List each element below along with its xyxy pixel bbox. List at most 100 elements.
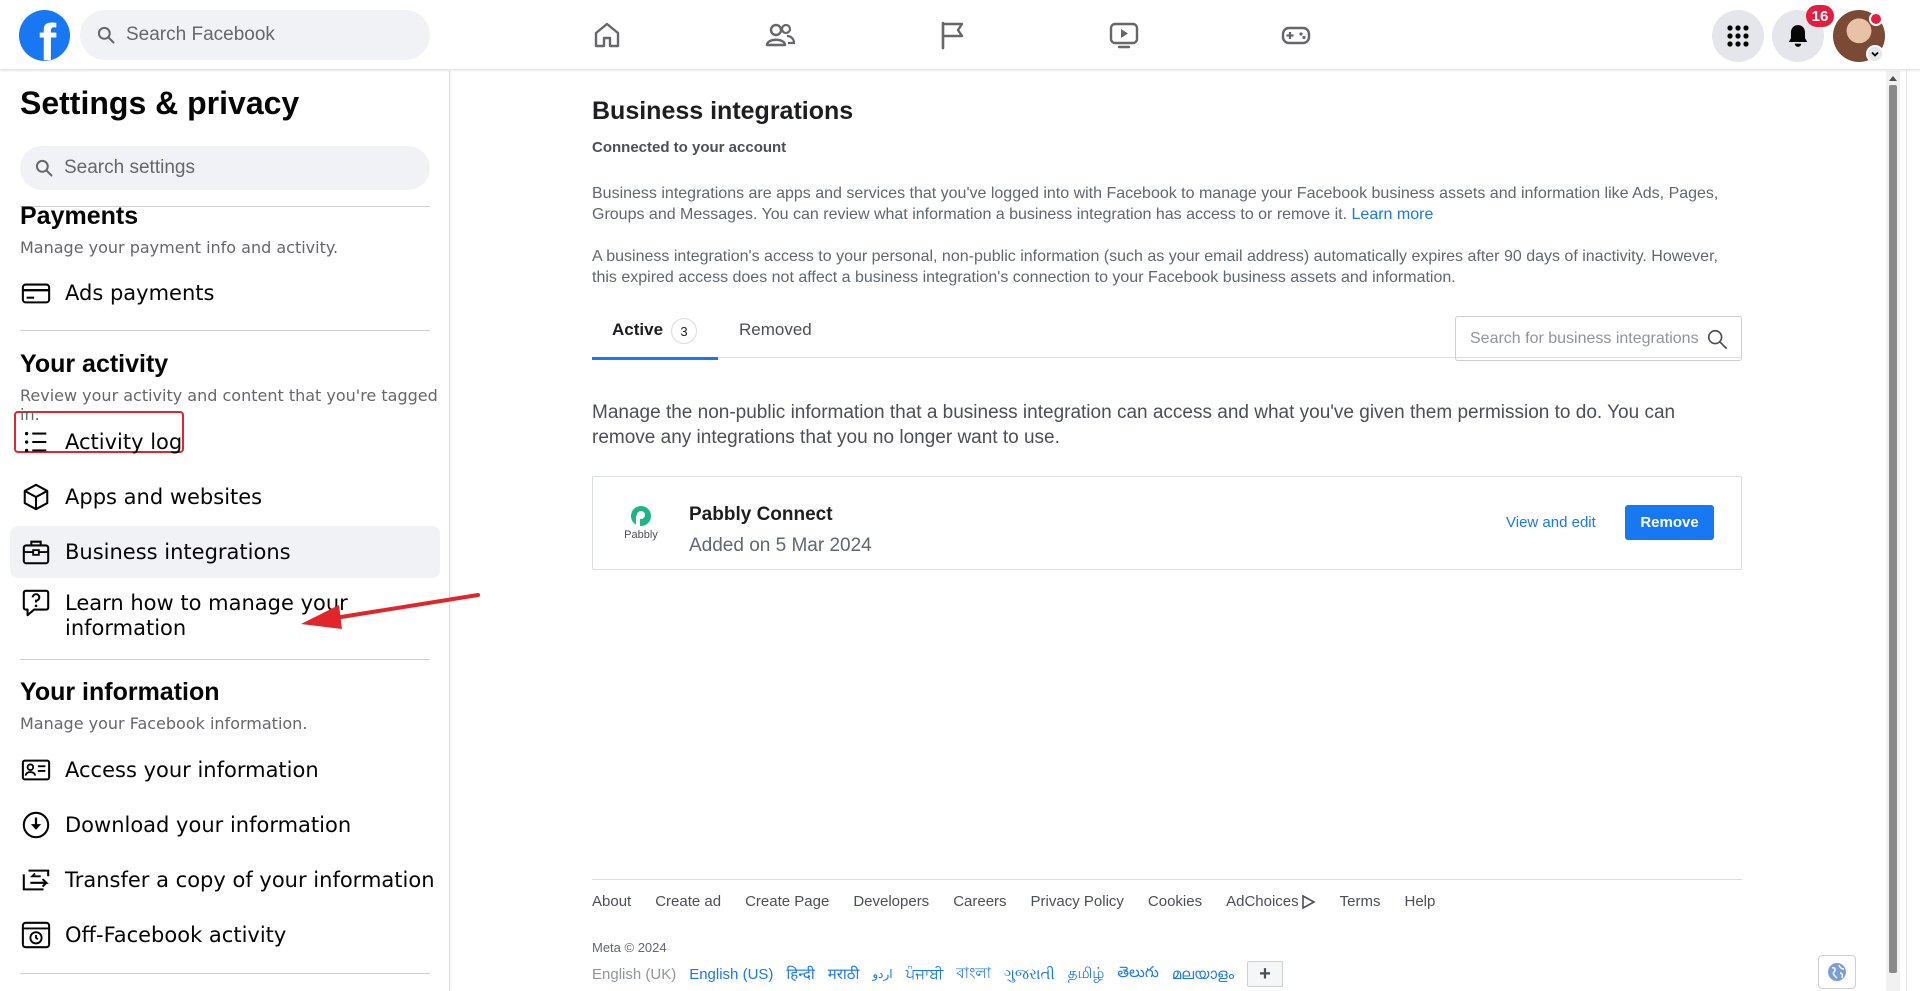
footer-link-terms[interactable]: Terms [1340, 893, 1381, 910]
current-language: English (UK) [592, 965, 677, 983]
adchoices-icon [1301, 894, 1316, 909]
language-option[interactable]: हिन्दी [786, 964, 814, 984]
window-edge [1906, 0, 1920, 991]
section-title-your-information: Your information [20, 678, 220, 706]
scrollbar-thumb[interactable] [1889, 85, 1897, 973]
footer-link-about[interactable]: About [592, 893, 631, 910]
expiry-paragraph: A business integration's access to your … [592, 248, 1718, 286]
pages-flag-icon[interactable] [930, 14, 974, 56]
footer-link-developers[interactable]: Developers [853, 893, 929, 910]
learn-more-link[interactable]: Learn more [1352, 206, 1434, 223]
language-option[interactable]: తెలుగు [1117, 964, 1158, 985]
sidebar-item-activity-log[interactable]: Activity log [10, 416, 440, 468]
footer-link-adchoices-label: AdChoices [1226, 893, 1299, 910]
sidebar-item-access-your-information[interactable]: Access your information [10, 744, 440, 796]
sidebar-item-label: Off-Facebook activity [65, 922, 287, 947]
top-navigation-bar: f 16 [0, 0, 1920, 70]
watch-video-icon[interactable] [1102, 14, 1146, 56]
description-paragraph: Business integrations are apps and servi… [592, 183, 1742, 225]
chevron-down-icon [1871, 51, 1879, 57]
facebook-logo-letter: f [38, 14, 57, 61]
footer-link-adchoices[interactable]: AdChoices [1226, 893, 1316, 910]
language-globe-button[interactable] [1818, 955, 1856, 989]
page-scrollbar[interactable] [1886, 71, 1900, 991]
language-option[interactable]: ਪੰਜਾਬੀ [906, 966, 944, 983]
remove-button[interactable]: Remove [1625, 505, 1714, 540]
help-chat-icon [20, 587, 52, 619]
page-subtitle: Connected to your account [592, 139, 787, 156]
business-integration-search[interactable] [1455, 316, 1742, 361]
sidebar-item-apps-and-websites[interactable]: Apps and websites [10, 471, 440, 523]
sidebar-item-label: Ads payments [65, 280, 215, 305]
manage-description: Manage the non-public information that a… [592, 402, 1676, 448]
sidebar-item-label: Access your information [65, 757, 319, 782]
settings-search[interactable] [20, 146, 430, 190]
language-option[interactable]: मराठी [828, 964, 860, 984]
integration-card-pabbly: Pabbly Pabbly Connect Added on 5 Mar 202… [592, 476, 1742, 570]
footer-divider [592, 879, 1742, 880]
facebook-logo[interactable]: f [19, 10, 70, 61]
pabbly-logo-icon [631, 506, 651, 527]
language-option[interactable]: ગુજરાતી [1004, 966, 1055, 983]
divider [20, 330, 430, 331]
tab-label: Active [612, 320, 664, 339]
settings-search-input[interactable] [64, 157, 404, 179]
tab-active[interactable]: Active 3 [592, 316, 718, 360]
language-option[interactable]: اردو [872, 967, 892, 981]
language-option[interactable]: বাংলা [956, 962, 991, 987]
sidebar-item-ads-payments[interactable]: Ads payments [10, 267, 440, 319]
language-option[interactable]: English (US) [689, 966, 773, 983]
language-option[interactable]: മലയാളം [1172, 966, 1234, 983]
menu-grid-button[interactable] [1712, 10, 1764, 62]
footer-link-privacy-policy[interactable]: Privacy Policy [1031, 893, 1124, 910]
footer-link-create-ad[interactable]: Create ad [655, 893, 721, 910]
gaming-icon[interactable] [1274, 14, 1318, 56]
account-menu-chevron[interactable] [1866, 45, 1884, 63]
friends-icon[interactable] [758, 14, 802, 56]
facebook-search[interactable] [80, 10, 430, 60]
page-title: Business integrations [592, 97, 854, 125]
id-card-icon [20, 754, 52, 786]
download-icon [20, 809, 52, 841]
cube-icon [20, 481, 52, 513]
description-text: Business integrations are apps and servi… [592, 185, 1719, 223]
scroll-up-arrow[interactable] [1886, 71, 1900, 85]
footer-link-help[interactable]: Help [1405, 893, 1436, 910]
tab-removed[interactable]: Removed [739, 316, 812, 358]
sidebar-item-label: Download your information [65, 812, 352, 837]
avatar-status-dot [1869, 12, 1883, 26]
sidebar-item-off-facebook-activity[interactable]: Off-Facebook activity [10, 909, 440, 961]
language-option[interactable]: தமிழ் [1068, 965, 1105, 984]
view-and-edit-link[interactable]: View and edit [1506, 514, 1596, 531]
sidebar-item-transfer-copy-information[interactable]: Transfer a copy of your information [10, 854, 440, 906]
search-icon [1707, 329, 1727, 349]
footer-link-create-page[interactable]: Create Page [745, 893, 829, 910]
settings-sidebar: Settings & privacy Payments Manage your … [0, 71, 480, 991]
home-icon[interactable] [585, 14, 629, 56]
divider [20, 973, 430, 974]
business-integration-search-input[interactable] [1470, 329, 1700, 348]
footer-links: About Create ad Create Page Developers C… [592, 893, 1459, 910]
sidebar-item-label: Business integrations [65, 539, 291, 564]
section-title-payments: Payments [20, 202, 139, 230]
sidebar-item-label: Apps and websites [65, 484, 263, 509]
briefcase-icon [20, 536, 52, 568]
facebook-search-input[interactable] [126, 24, 416, 46]
search-icon [35, 159, 53, 177]
sidebar-title: Settings & privacy [20, 85, 300, 121]
integration-name: Pabbly Connect [689, 504, 833, 525]
language-selector: English (UK) English (US) हिन्दी मराठी ا… [592, 961, 1283, 987]
footer-link-careers[interactable]: Careers [953, 893, 1006, 910]
sidebar-item-download-your-information[interactable]: Download your information [10, 799, 440, 851]
notification-count-badge: 16 [1806, 5, 1834, 27]
section-title-your-activity: Your activity [20, 350, 169, 378]
tab-count-badge: 3 [671, 318, 698, 344]
sidebar-item-business-integrations[interactable]: Business integrations [10, 526, 440, 578]
search-icon [97, 26, 115, 44]
history-icon [20, 919, 52, 951]
sidebar-item-label: Activity log [65, 429, 183, 454]
footer-link-cookies[interactable]: Cookies [1148, 893, 1202, 910]
transfer-icon [20, 864, 52, 896]
more-languages-button[interactable]: + [1246, 961, 1283, 987]
bell-icon [1788, 25, 1808, 47]
